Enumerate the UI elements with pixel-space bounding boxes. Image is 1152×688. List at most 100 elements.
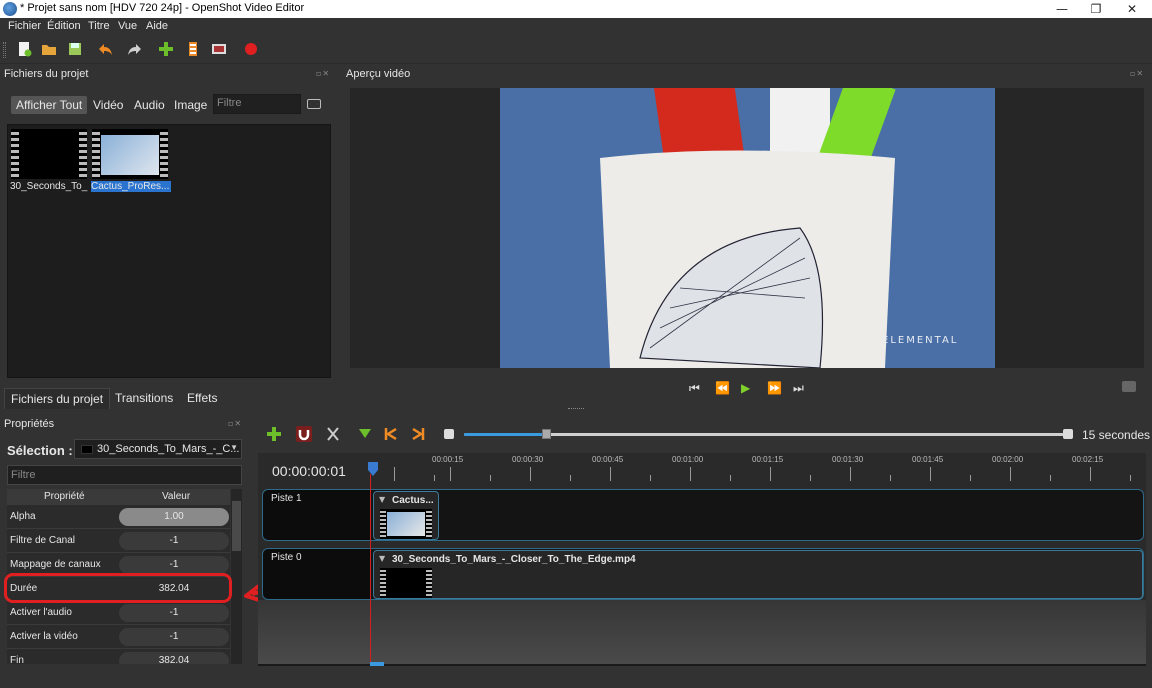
file-label-selected[interactable]: Cactus_ProRes... bbox=[91, 181, 171, 192]
minimize-button[interactable]: — bbox=[1044, 0, 1080, 18]
playhead-line[interactable] bbox=[370, 474, 371, 664]
window-title: * Projet sans nom [HDV 720 24p] - OpenSh… bbox=[20, 2, 305, 14]
maximize-button[interactable]: ❐ bbox=[1078, 0, 1114, 18]
tab-project-files[interactable]: Fichiers du projet bbox=[4, 388, 111, 409]
property-value[interactable]: 382.04 bbox=[119, 652, 229, 664]
tick-label: 00:01:45 bbox=[912, 455, 944, 464]
undo-icon[interactable] bbox=[98, 41, 114, 57]
clip-cactus[interactable]: ▼ Cactus... bbox=[373, 491, 439, 540]
clip-menu-chevron-icon[interactable]: ▼ bbox=[379, 554, 385, 563]
track-header[interactable]: Piste 1 bbox=[263, 490, 371, 540]
next-marker-icon[interactable] bbox=[410, 426, 426, 442]
project-files-filter-input[interactable]: Filtre bbox=[213, 94, 301, 114]
video-frame: ELEMENTAL bbox=[500, 88, 995, 368]
track-header[interactable]: Piste 0 bbox=[263, 549, 371, 599]
previous-marker-icon[interactable] bbox=[383, 426, 399, 442]
property-name: Alpha bbox=[10, 511, 36, 522]
ruler-tick bbox=[610, 467, 611, 481]
menu-vue[interactable]: Vue bbox=[118, 20, 137, 32]
dock-float-close-icon[interactable]: ▫✕ bbox=[316, 69, 334, 79]
splitter-handle[interactable] bbox=[568, 408, 584, 412]
choose-profile-icon[interactable] bbox=[185, 41, 201, 57]
main-toolbar bbox=[0, 35, 1152, 64]
filter-audio[interactable]: Audio bbox=[134, 98, 165, 112]
toolbar-grip bbox=[3, 42, 6, 58]
file-thumbnail-selected[interactable] bbox=[92, 129, 168, 179]
razor-scissors-icon[interactable] bbox=[325, 426, 341, 442]
ruler-tick bbox=[770, 467, 771, 481]
clip-menu-chevron-icon[interactable]: ▼ bbox=[379, 495, 385, 504]
property-value[interactable]: -1 bbox=[119, 628, 229, 646]
zoom-slider[interactable] bbox=[464, 433, 1064, 436]
video-preview-title: Aperçu vidéo bbox=[346, 68, 411, 80]
zoom-out-icon[interactable] bbox=[444, 429, 454, 439]
jump-end-button[interactable]: ⏭ bbox=[793, 381, 804, 396]
zoom-slider-handle[interactable] bbox=[542, 429, 551, 439]
play-button[interactable]: ▶ bbox=[741, 381, 750, 395]
tick-label: 00:01:00 bbox=[672, 455, 704, 464]
menu-edition[interactable]: Édition bbox=[47, 20, 81, 32]
properties-filter-input[interactable]: Filtre bbox=[7, 465, 242, 485]
selection-dropdown[interactable]: 30_Seconds_To_Mars_-_C... ▼ bbox=[74, 439, 242, 459]
ruler-tick bbox=[570, 475, 571, 481]
ruler-tick bbox=[1010, 467, 1011, 481]
selection-label: Sélection : bbox=[7, 443, 73, 458]
playhead-handle-icon[interactable] bbox=[368, 462, 378, 476]
property-name: Activer la vidéo bbox=[10, 631, 78, 642]
file-thumbnail[interactable] bbox=[11, 129, 87, 179]
property-name: Filtre de Canal bbox=[10, 535, 76, 546]
table-row[interactable]: Activer l'audio -1 bbox=[7, 601, 230, 625]
ruler-tick bbox=[890, 475, 891, 481]
table-row[interactable]: Alpha 1.00 bbox=[7, 505, 230, 529]
col-value: Valeur bbox=[162, 491, 191, 502]
add-track-icon[interactable] bbox=[266, 426, 282, 442]
snapping-magnet-icon[interactable] bbox=[296, 426, 312, 442]
menu-aide[interactable]: Aide bbox=[146, 20, 168, 32]
track-piste-1[interactable]: Piste 1 ▼ Cactus... bbox=[262, 489, 1144, 541]
file-label[interactable]: 30_Seconds_To_... bbox=[10, 181, 88, 192]
track-piste-0[interactable]: Piste 0 ▼ 30_Seconds_To_Mars_-_Closer_To… bbox=[262, 548, 1144, 600]
fullscreen-icon[interactable] bbox=[211, 41, 227, 57]
table-row[interactable]: Activer la vidéo -1 bbox=[7, 625, 230, 649]
filter-video[interactable]: Vidéo bbox=[93, 98, 123, 112]
rewind-button[interactable]: ⏪ bbox=[715, 381, 730, 395]
ruler-tick bbox=[1130, 475, 1131, 481]
filter-image[interactable]: Image bbox=[174, 98, 207, 112]
timeline-scrollbar-track[interactable] bbox=[258, 664, 1146, 666]
property-value[interactable]: -1 bbox=[119, 556, 229, 574]
menu-fichier[interactable]: Fichier bbox=[8, 20, 41, 32]
snapshot-camera-icon[interactable] bbox=[1122, 381, 1136, 392]
ruler-tick bbox=[650, 475, 651, 481]
timeline-scrollbar-thumb[interactable] bbox=[370, 662, 384, 666]
track-name: Piste 1 bbox=[271, 493, 302, 504]
fast-forward-button[interactable]: ⏩ bbox=[767, 381, 782, 395]
clip-title: Cactus... bbox=[392, 495, 434, 506]
preview-dock-close-icon[interactable]: ▫✕ bbox=[1130, 69, 1148, 79]
export-video-icon[interactable] bbox=[243, 41, 259, 57]
menu-titre[interactable]: Titre bbox=[88, 20, 110, 32]
table-row[interactable]: Filtre de Canal -1 bbox=[7, 529, 230, 553]
tick-label: 00:01:15 bbox=[752, 455, 784, 464]
save-project-icon[interactable] bbox=[67, 41, 83, 57]
property-value[interactable]: -1 bbox=[119, 532, 229, 550]
close-window-button[interactable]: ✕ bbox=[1114, 0, 1150, 18]
properties-dock-close-icon[interactable]: ▫✕ bbox=[228, 419, 246, 429]
zoom-in-icon[interactable] bbox=[1063, 429, 1073, 439]
filter-show-all[interactable]: Afficher Tout bbox=[11, 96, 88, 114]
clear-filter-icon[interactable] bbox=[307, 99, 321, 109]
property-value[interactable]: 1.00 bbox=[119, 508, 229, 526]
clip-30-seconds-to-mars[interactable]: ▼ 30_Seconds_To_Mars_-_Closer_To_The_Edg… bbox=[373, 550, 1143, 599]
table-row[interactable]: Fin 382.04 bbox=[7, 649, 230, 664]
timeline-empty-area[interactable] bbox=[258, 600, 1146, 664]
open-project-icon[interactable] bbox=[41, 41, 57, 57]
tab-effects[interactable]: Effets bbox=[187, 391, 217, 405]
ruler-tick bbox=[450, 467, 451, 481]
import-files-icon[interactable] bbox=[158, 41, 174, 57]
new-project-icon[interactable] bbox=[16, 41, 32, 57]
jump-start-button[interactable]: ⏮ bbox=[689, 381, 700, 396]
add-marker-icon[interactable] bbox=[357, 426, 373, 442]
redo-icon[interactable] bbox=[126, 41, 142, 57]
tab-transitions[interactable]: Transitions bbox=[115, 391, 173, 405]
property-value[interactable]: -1 bbox=[119, 604, 229, 622]
timeline-ruler[interactable]: 00:00:15 00:00:30 00:00:45 00:01:00 00:0… bbox=[370, 453, 1146, 487]
